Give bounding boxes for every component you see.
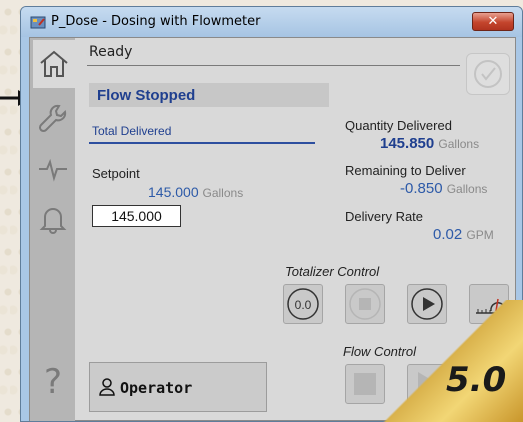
setpoint-unit: Gallons xyxy=(202,186,244,200)
delivery-rate-value: 0.02 xyxy=(433,226,463,243)
reset-zero-icon: 0.0 xyxy=(287,288,319,320)
quantity-delivered-readout: 145.850 Gallons xyxy=(380,135,479,152)
quantity-delivered-label: Quantity Delivered xyxy=(345,118,452,133)
setpoint-value: 145.000 xyxy=(148,184,199,200)
delivery-rate-readout: 0.02 GPM xyxy=(433,226,494,243)
remaining-unit: Gallons xyxy=(446,182,488,196)
pulse-icon xyxy=(39,158,67,182)
home-icon xyxy=(40,50,68,77)
svg-text:0.0: 0.0 xyxy=(295,298,312,312)
setpoint-input[interactable]: 145.000 xyxy=(92,205,181,227)
tab-alarms[interactable] xyxy=(33,194,73,242)
tab-trends[interactable] xyxy=(33,144,73,192)
tab-home[interactable] xyxy=(33,40,75,88)
setpoint-label: Setpoint xyxy=(92,166,140,181)
reset-button[interactable] xyxy=(466,53,510,95)
totalizer-reset-button[interactable]: 0.0 xyxy=(283,284,323,324)
flow-state-banner: Flow Stopped xyxy=(89,83,329,107)
tab-maintenance[interactable] xyxy=(33,94,73,142)
operator-button[interactable]: Operator xyxy=(89,362,267,412)
reset-cycle-icon xyxy=(474,60,502,88)
operator-label: Operator xyxy=(120,379,193,397)
user-icon xyxy=(99,378,115,396)
total-delivered-label[interactable]: Total Delivered xyxy=(92,124,171,138)
app-icon xyxy=(30,16,46,29)
window-title: P_Dose - Dosing with Flowmeter xyxy=(51,14,261,29)
remaining-value: -0.850 xyxy=(400,180,443,197)
question-icon: ? xyxy=(43,362,63,402)
setpoint-readout: 145.000 Gallons xyxy=(148,184,243,200)
quantity-delivered-value: 145.850 xyxy=(380,135,435,152)
delivery-rate-label: Delivery Rate xyxy=(345,209,424,224)
version-text: 5.0 xyxy=(446,360,507,400)
status-text: Ready xyxy=(89,44,133,60)
totalizer-control-label: Totalizer Control xyxy=(285,264,380,279)
remaining-readout: -0.850 Gallons xyxy=(400,180,487,197)
bell-icon xyxy=(39,208,67,234)
wrench-icon xyxy=(38,104,67,133)
remaining-label: Remaining to Deliver xyxy=(345,163,466,178)
close-button[interactable]: ✕ xyxy=(472,12,514,31)
tab-help[interactable]: ? xyxy=(33,358,73,406)
flow-state-text: Flow Stopped xyxy=(97,87,196,104)
quantity-delivered-unit: Gallons xyxy=(438,137,480,151)
total-delivered-underline xyxy=(89,142,315,144)
status-divider xyxy=(87,65,460,66)
nav-sidebar: ? xyxy=(30,38,75,421)
delivery-rate-unit: GPM xyxy=(466,228,494,242)
title-bar[interactable]: P_Dose - Dosing with Flowmeter ✕ xyxy=(21,7,522,37)
